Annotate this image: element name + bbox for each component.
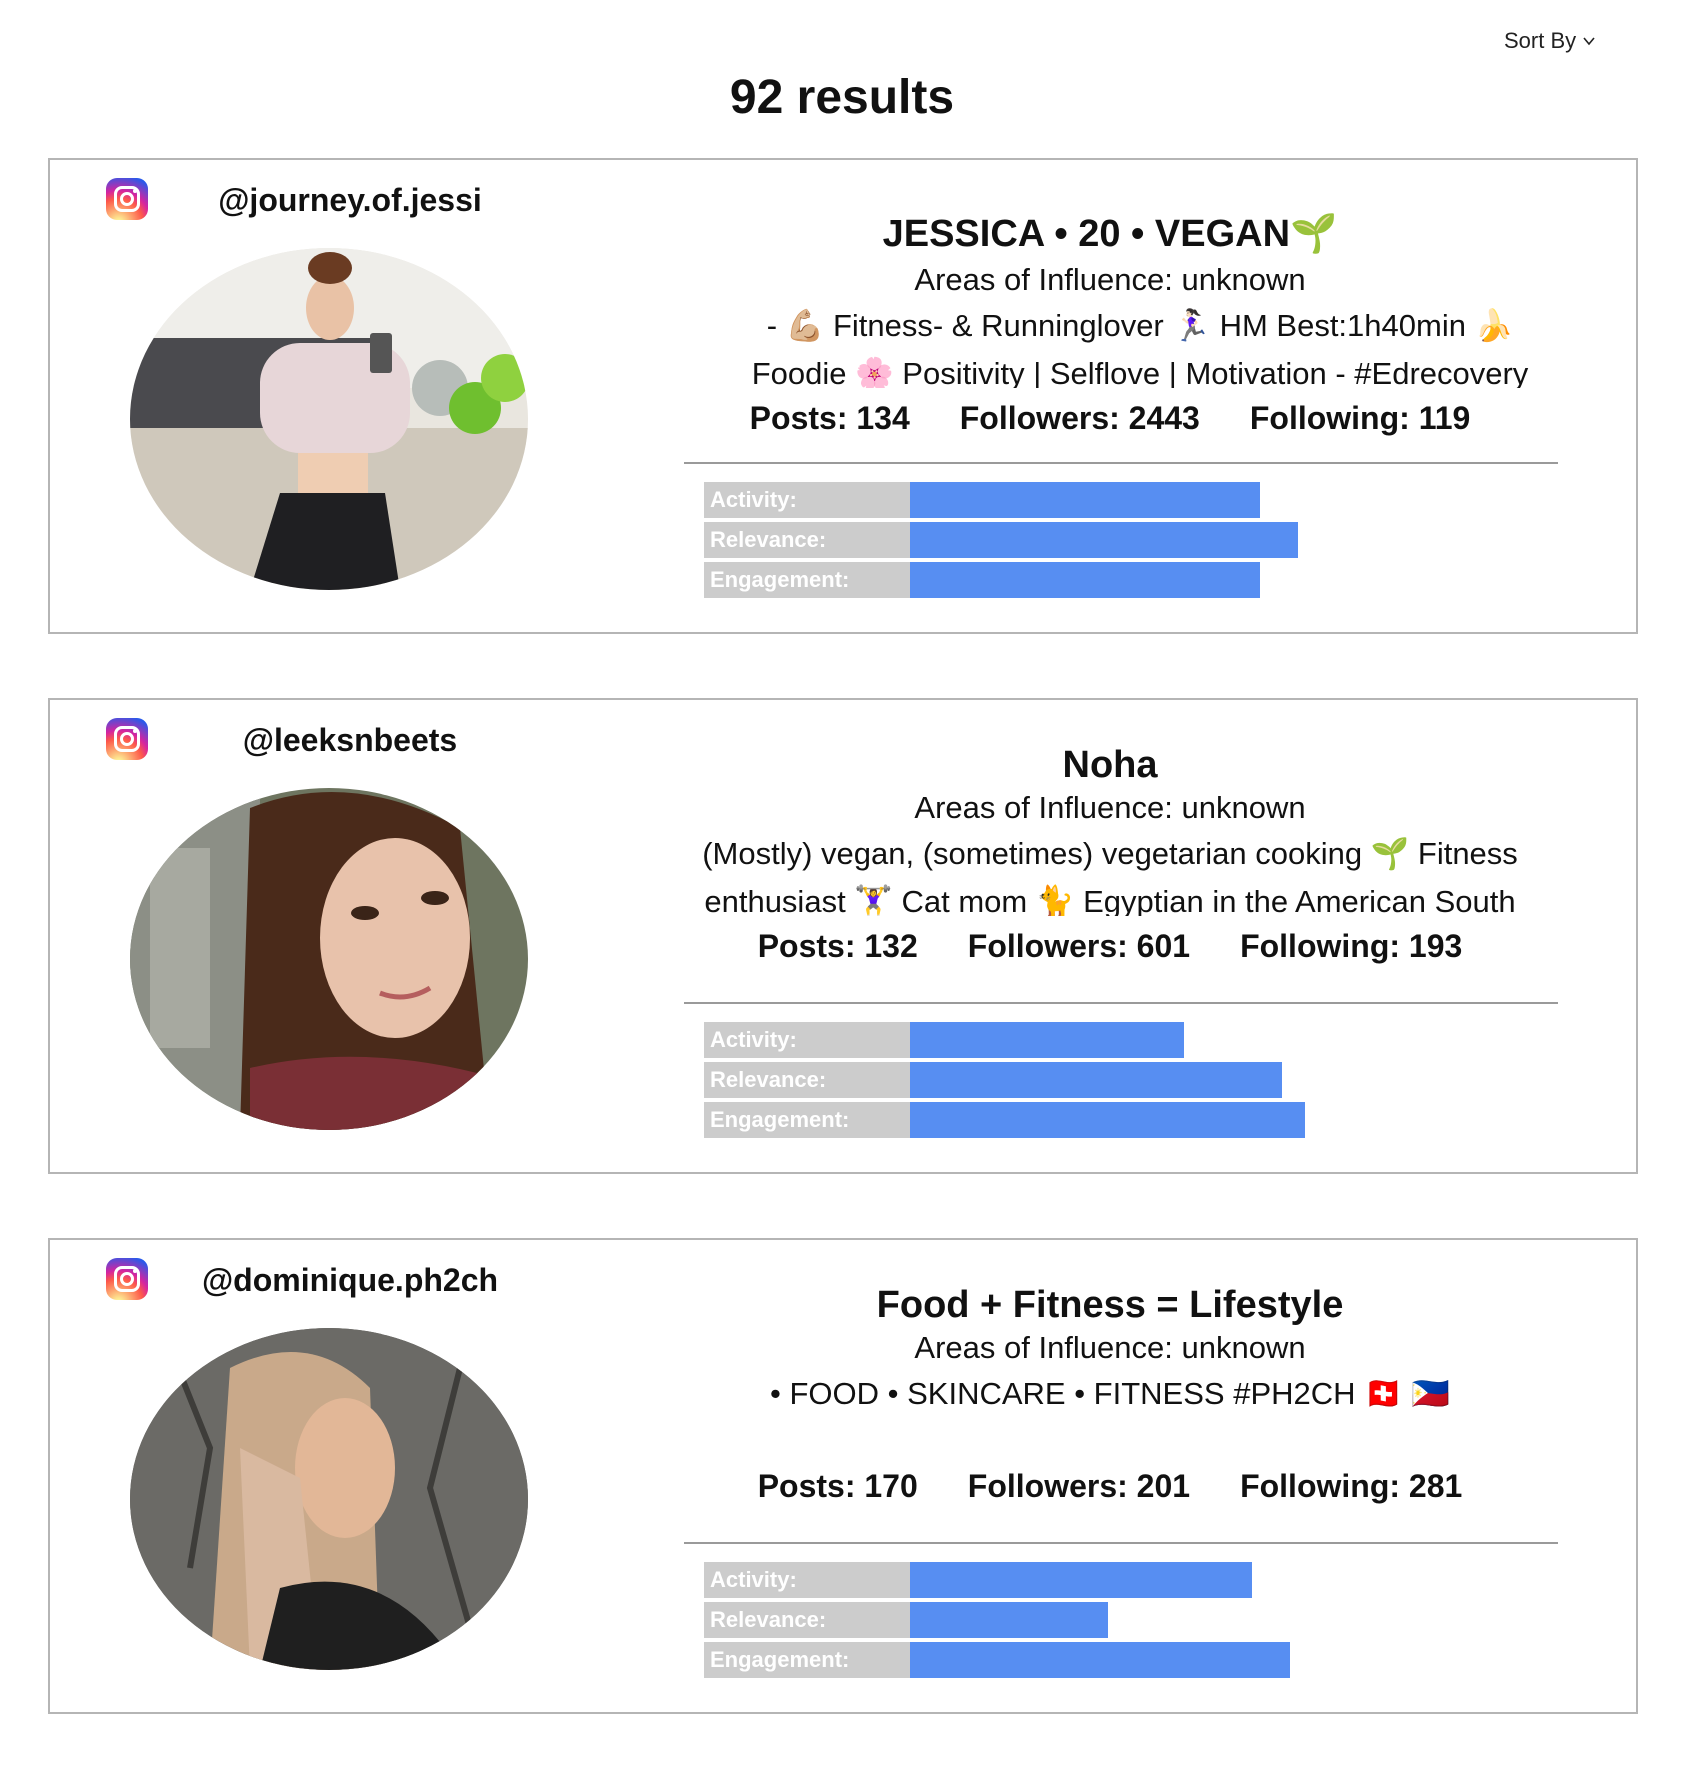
activity-bar [910,1562,1252,1598]
metric-label: Activity: [704,482,910,518]
influencer-card[interactable]: @journey.of.jessi JESSICA • 20 • VEGAN🌱 … [48,158,1638,634]
activity-metric: Activity: [704,1562,1564,1598]
relevance-bar [910,522,1298,558]
following-count: Following: 119 [1249,400,1471,436]
metric-label: Relevance: [704,1062,910,1098]
divider [684,1542,1558,1544]
engagement-metric: Engagement: [704,1642,1564,1678]
results-count: 92 results [729,71,955,124]
followers-count: Followers: 2443 [959,400,1200,436]
metric-label: Activity: [704,1562,910,1598]
engagement-metric: Engagement: [704,1102,1564,1138]
divider [684,1002,1558,1004]
stats-row: Posts: 134 Followers: 2443 Following: 11… [670,400,1550,437]
influencer-card[interactable]: @leeksnbeets Noha Areas of Influence: un… [48,698,1638,1174]
profile-name: Food + Fitness = Lifestyle [876,1284,1344,1326]
activity-bar [910,482,1260,518]
following-count: Following: 193 [1240,928,1463,964]
stats-row: Posts: 132 Followers: 601 Following: 193 [670,928,1550,965]
engagement-bar [910,1642,1290,1678]
bio-line: - 💪🏼 Fitness- & Runninglover 🏃🏻‍♀️ HM Be… [766,308,1514,343]
metric-label: Engagement: [704,562,910,598]
metric-label: Activity: [704,1022,910,1058]
relevance-metric: Relevance: [704,522,1564,558]
bio-line: • FOOD • SKINCARE • FITNESS #PH2CH 🇨🇭 🇵🇭 [770,1376,1450,1411]
sort-by-dropdown[interactable]: Sort By [1504,28,1596,54]
avatar[interactable] [130,788,528,1130]
avatar[interactable] [130,248,528,590]
activity-metric: Activity: [704,1022,1564,1058]
metric-label: Engagement: [704,1102,910,1138]
areas-of-influence: Areas of Influence: unknown [914,262,1306,297]
influencer-handle[interactable]: @journey.of.jessi [170,182,530,219]
instagram-icon[interactable] [106,178,148,220]
activity-bar [910,1022,1184,1058]
engagement-bar [910,1102,1305,1138]
posts-count: Posts: 134 [749,400,910,436]
bio: - 💪🏼 Fitness- & Runninglover 🏃🏻‍♀️ HM Be… [720,302,1560,388]
profile-name: Noha [1062,744,1158,786]
relevance-bar [910,1062,1282,1098]
sort-by-label: Sort By [1504,28,1577,53]
influencer-handle[interactable]: @leeksnbeets [170,722,530,759]
chevron-down-icon [1583,37,1595,46]
areas-of-influence: Areas of Influence: unknown [914,1330,1306,1365]
bio: • FOOD • SKINCARE • FITNESS #PH2CH 🇨🇭 🇵🇭 [670,1370,1550,1456]
divider [684,462,1558,464]
posts-count: Posts: 170 [757,1468,918,1504]
engagement-bar [910,562,1260,598]
posts-count: Posts: 132 [757,928,918,964]
bio-line: enthusiast 🏋️‍♀️ Cat mom 🐈 Egyptian in t… [704,884,1516,916]
instagram-icon[interactable] [106,1258,148,1300]
relevance-bar [910,1602,1108,1638]
bio: (Mostly) vegan, (sometimes) vegetarian c… [670,830,1550,916]
activity-metric: Activity: [704,482,1564,518]
areas-of-influence: Areas of Influence: unknown [914,790,1306,825]
influencer-card[interactable]: @dominique.ph2ch Food + Fitness = Lifest… [48,1238,1638,1714]
bio-line: (Mostly) vegan, (sometimes) vegetarian c… [702,836,1518,871]
followers-count: Followers: 601 [967,928,1191,964]
metric-label: Relevance: [704,522,910,558]
stats-row: Posts: 170 Followers: 201 Following: 281 [670,1468,1550,1505]
followers-count: Followers: 201 [967,1468,1191,1504]
bio-line: Foodie 🌸 Positivity | Selflove | Motivat… [751,356,1529,388]
relevance-metric: Relevance: [704,1062,1564,1098]
relevance-metric: Relevance: [704,1602,1564,1638]
influencer-handle[interactable]: @dominique.ph2ch [170,1262,530,1299]
engagement-metric: Engagement: [704,562,1564,598]
avatar[interactable] [130,1328,528,1670]
profile-name: JESSICA • 20 • VEGAN🌱 [882,213,1338,255]
metric-label: Relevance: [704,1602,910,1638]
metric-label: Engagement: [704,1642,910,1678]
following-count: Following: 281 [1240,1468,1463,1504]
instagram-icon[interactable] [106,718,148,760]
